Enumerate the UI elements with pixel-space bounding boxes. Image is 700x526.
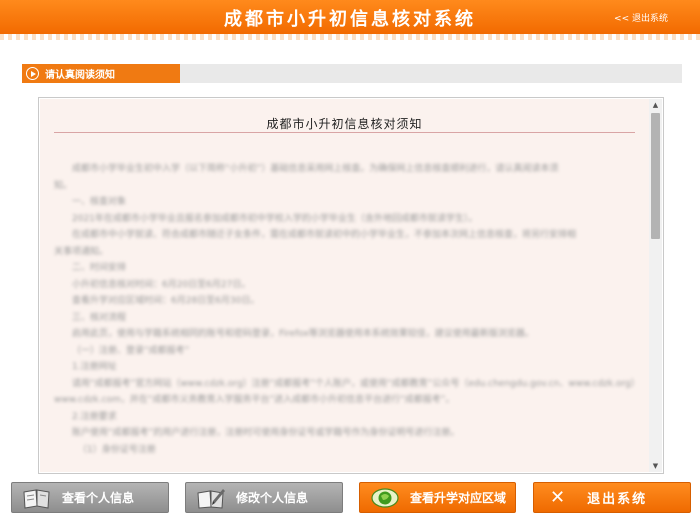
button-label: 查看个人信息 <box>62 491 135 505</box>
notice-paragraph: 1.注册网址 <box>72 362 117 372</box>
notice-paragraph: 账户使用“成都报考”的用户进行注册，注册时可使用身份证号或学籍号作为身份证明号进… <box>72 428 460 438</box>
tab-read-notice[interactable]: 请认真阅读须知 <box>22 64 180 83</box>
title-divider <box>54 132 635 133</box>
button-label: 查看升学对应区域 <box>410 491 507 505</box>
notice-paragraph: 关事项通知。 <box>54 246 109 257</box>
tab-label: 请认真阅读须知 <box>45 70 115 81</box>
app-header: 成都市小升初信息核对系统 << 退出系统 <box>0 0 700 34</box>
play-circle-icon <box>26 67 39 80</box>
notice-paragraph: （一）注册、登录“成都报考” <box>72 345 190 356</box>
book-icon <box>23 488 50 509</box>
close-icon: ✕ <box>550 487 566 508</box>
notice-paragraph: 一、核查对象 <box>72 197 127 207</box>
view-info-button[interactable]: 查看个人信息 <box>11 482 169 513</box>
notice-paragraph: 2.注册要求 <box>72 411 117 422</box>
notice-paragraph: 2021年在成都市小学毕业且报名参加成都市初中学校入学的小学毕业生（含外地回成都… <box>72 213 478 224</box>
notice-paragraph: 请用“成都报考”官方网站（www.cdzk.org）注册“成都报考”个人账户，或… <box>72 378 637 389</box>
app-title: 成都市小升初信息核对系统 <box>224 9 476 30</box>
button-label: 退出系统 <box>587 492 648 507</box>
notice-paragraph: 启用此页，使用与学籍系统相同的账号和密码登录，Firefox等浏览器使用本系统效… <box>72 329 534 339</box>
tab-bar: 请认真阅读须知 <box>22 64 682 83</box>
notice-paragraph: 查看升学对应区域时间：6月28日至6月30日。 <box>72 296 260 306</box>
view-area-button[interactable]: 查看升学对应区域 <box>359 482 516 513</box>
notice-scrollbar[interactable]: ▲ ▼ <box>649 99 662 472</box>
notice-paragraph: 知。 <box>54 180 73 191</box>
globe-icon <box>371 487 399 508</box>
notice-paragraph: （1）身份证号注册 <box>78 444 156 455</box>
notice-paragraph: 成都市小学毕业生初中入学（以下简称“小升初”）基础信息采用网上核查。为确保网上信… <box>72 164 559 174</box>
scroll-down-arrow-icon[interactable]: ▼ <box>649 460 662 472</box>
notice-paragraph: 二、时间安排 <box>72 263 127 273</box>
exit-link[interactable]: << 退出系统 <box>614 11 668 24</box>
scroll-up-arrow-icon[interactable]: ▲ <box>649 99 662 111</box>
notice-body: 成都市小学毕业生初中入学（以下简称“小升初”）基础信息采用网上核查。为确保网上信… <box>54 161 637 458</box>
notice-paragraph: 三、核对流程 <box>72 312 127 323</box>
edit-info-button[interactable]: 修改个人信息 <box>185 482 343 513</box>
notice-paragraph: www.cdzk.com，并在“成都市义务教育入学服务平台”进入成都市小升初信息… <box>54 395 455 405</box>
notice-paragraph: 在成都市中小学就读、符合成都市随迁子女条件，需在成都市就读初中的小学毕业生，不参… <box>72 230 577 240</box>
scroll-thumb[interactable] <box>651 113 660 239</box>
notice-paragraph: 小升初信息核对时间：6月20日至6月27日。 <box>72 279 251 290</box>
exit-button[interactable]: ✕ 退出系统 <box>533 482 691 513</box>
notice-panel: 成都市小升初信息核对须知 成都市小学毕业生初中入学（以下简称“小升初”）基础信息… <box>38 97 664 474</box>
button-label: 修改个人信息 <box>236 491 309 505</box>
notice-content: 成都市小升初信息核对须知 成都市小学毕业生初中入学（以下简称“小升初”）基础信息… <box>40 99 649 472</box>
notice-title: 成都市小升初信息核对须知 <box>266 117 423 131</box>
edit-book-icon <box>197 488 225 509</box>
header-divider <box>0 34 700 40</box>
